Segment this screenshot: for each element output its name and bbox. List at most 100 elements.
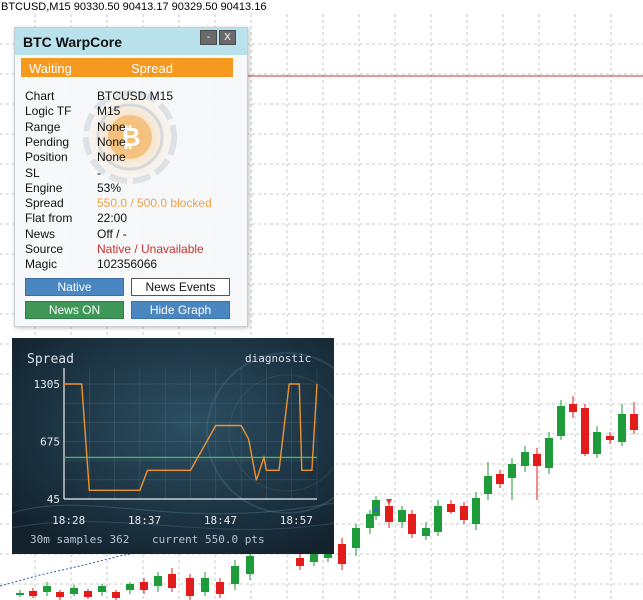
x-tick-label: 18:57 bbox=[280, 514, 313, 527]
native-button[interactable]: Native bbox=[25, 278, 124, 296]
info-key: Source bbox=[25, 242, 64, 256]
info-row: Chart BTCUSD M15 bbox=[25, 89, 245, 104]
candle-body bbox=[569, 404, 577, 412]
candle-body bbox=[521, 452, 529, 466]
candle-body bbox=[56, 592, 64, 597]
info-key: Magic bbox=[25, 257, 58, 272]
candle-body bbox=[434, 506, 442, 532]
candle-body bbox=[98, 586, 106, 592]
candle-body bbox=[112, 592, 120, 598]
candle-body bbox=[460, 506, 468, 520]
info-row: Range None bbox=[25, 120, 245, 135]
info-key: Chart bbox=[25, 89, 55, 103]
info-key: Pending bbox=[25, 134, 70, 149]
info-row: Logic TF M15 bbox=[25, 104, 245, 119]
candle-body bbox=[508, 464, 516, 478]
info-key: SL bbox=[25, 165, 40, 180]
candle-body bbox=[630, 414, 638, 430]
samples-readout: 30m samples 362 bbox=[30, 533, 130, 546]
info-value: Native / Unavailable bbox=[97, 242, 204, 256]
candle-body bbox=[352, 528, 360, 548]
panel-title: BTC WarpCore bbox=[23, 34, 123, 50]
candle-body bbox=[29, 591, 37, 596]
ohlc-values: 90330.50 90413.17 90329.50 90413.16 bbox=[73, 1, 267, 13]
close-button[interactable]: X bbox=[219, 30, 236, 45]
info-value: 102356066 bbox=[97, 257, 158, 272]
candle-body bbox=[246, 556, 254, 574]
y-tick-label: 45 bbox=[47, 493, 60, 506]
current-spread-readout: current 550.0 pts bbox=[152, 533, 265, 546]
candle-body bbox=[186, 578, 194, 596]
candle-body bbox=[70, 588, 78, 594]
candle-body bbox=[216, 582, 224, 594]
info-row: Engine 53% bbox=[25, 181, 245, 196]
info-value: 550.0 / 500.0 blocked bbox=[97, 196, 212, 211]
info-value: None bbox=[97, 119, 126, 134]
minimize-button[interactable]: - bbox=[200, 30, 217, 45]
candle-body bbox=[484, 476, 492, 494]
info-value: 22:00 bbox=[97, 211, 128, 226]
chart-header: BTCUSD,M15 90330.50 90413.17 90329.50 90… bbox=[1, 1, 266, 13]
info-row: Position None bbox=[25, 150, 245, 165]
candle-body bbox=[84, 591, 92, 597]
candle-body bbox=[422, 528, 430, 536]
info-row: News Off / - bbox=[25, 227, 245, 242]
diagnostic-title: Spread bbox=[27, 352, 74, 367]
candle-body bbox=[154, 576, 162, 586]
info-value: BTCUSD M15 bbox=[97, 89, 174, 103]
candle-body bbox=[43, 586, 51, 592]
candle-body bbox=[126, 584, 134, 590]
info-key: Range bbox=[25, 119, 61, 134]
info-value: 53% bbox=[97, 180, 122, 195]
info-key: Logic TF bbox=[25, 104, 72, 119]
candle-body bbox=[472, 498, 480, 524]
candle-body bbox=[201, 578, 209, 592]
candle-body bbox=[606, 436, 614, 440]
ea-panel: BTC WarpCore - X Waiting Spread ₿ Chart B… bbox=[14, 27, 248, 327]
candle-body bbox=[168, 574, 176, 588]
hide-graph-button[interactable]: Hide Graph bbox=[131, 301, 230, 319]
candle-body bbox=[533, 454, 541, 466]
info-value: M15 bbox=[97, 104, 121, 119]
info-key: Position bbox=[25, 150, 68, 165]
news-on-button[interactable]: News ON bbox=[25, 301, 124, 319]
y-tick-label: 675 bbox=[40, 436, 60, 449]
candle-body bbox=[16, 593, 24, 595]
info-row: Source Native / Unavailable bbox=[25, 242, 245, 257]
spread-chart: 1305 675 45 18:28 18:37 18:47 18:57 bbox=[12, 338, 334, 554]
info-value: Off / - bbox=[97, 226, 127, 241]
spread-diagnostic-panel: 1305 675 45 18:28 18:37 18:47 18:57 Spread dia… bbox=[12, 338, 334, 554]
info-key: Flat from bbox=[25, 211, 73, 226]
info-row: Spread 550.0 / 500.0 blocked bbox=[25, 196, 245, 211]
candle-body bbox=[593, 432, 601, 454]
trend-line bbox=[0, 549, 151, 587]
candle-body bbox=[545, 438, 553, 468]
status-state: Waiting bbox=[29, 61, 72, 76]
info-row: Flat from 22:00 bbox=[25, 211, 245, 226]
candle-body bbox=[618, 414, 626, 442]
info-row: SL - bbox=[25, 166, 245, 181]
info-key: News bbox=[25, 226, 56, 241]
info-key: Engine bbox=[25, 180, 63, 195]
symbol-label: BTCUSD,M15 bbox=[1, 1, 71, 13]
info-value: None bbox=[97, 134, 126, 149]
candle-body bbox=[447, 504, 455, 512]
candle-body bbox=[385, 506, 393, 522]
status-bar: Waiting Spread bbox=[21, 58, 233, 77]
candle-body bbox=[496, 474, 504, 484]
news-events-button[interactable]: News Events bbox=[131, 278, 230, 296]
info-row: Pending None bbox=[25, 135, 245, 150]
candle-body bbox=[408, 514, 416, 534]
panel-titlebar[interactable]: BTC WarpCore - X bbox=[15, 28, 247, 55]
y-tick-label: 1305 bbox=[34, 378, 61, 391]
candle-body bbox=[366, 514, 374, 528]
info-value: - bbox=[97, 165, 101, 180]
sell-arrow-icon bbox=[386, 499, 392, 505]
candle-body bbox=[557, 406, 565, 436]
candle-body bbox=[581, 408, 589, 454]
x-tick-label: 18:28 bbox=[52, 514, 85, 527]
candle-body bbox=[140, 582, 148, 590]
info-value: None bbox=[97, 150, 126, 165]
candle-body bbox=[231, 566, 239, 584]
candle-body bbox=[338, 544, 346, 564]
